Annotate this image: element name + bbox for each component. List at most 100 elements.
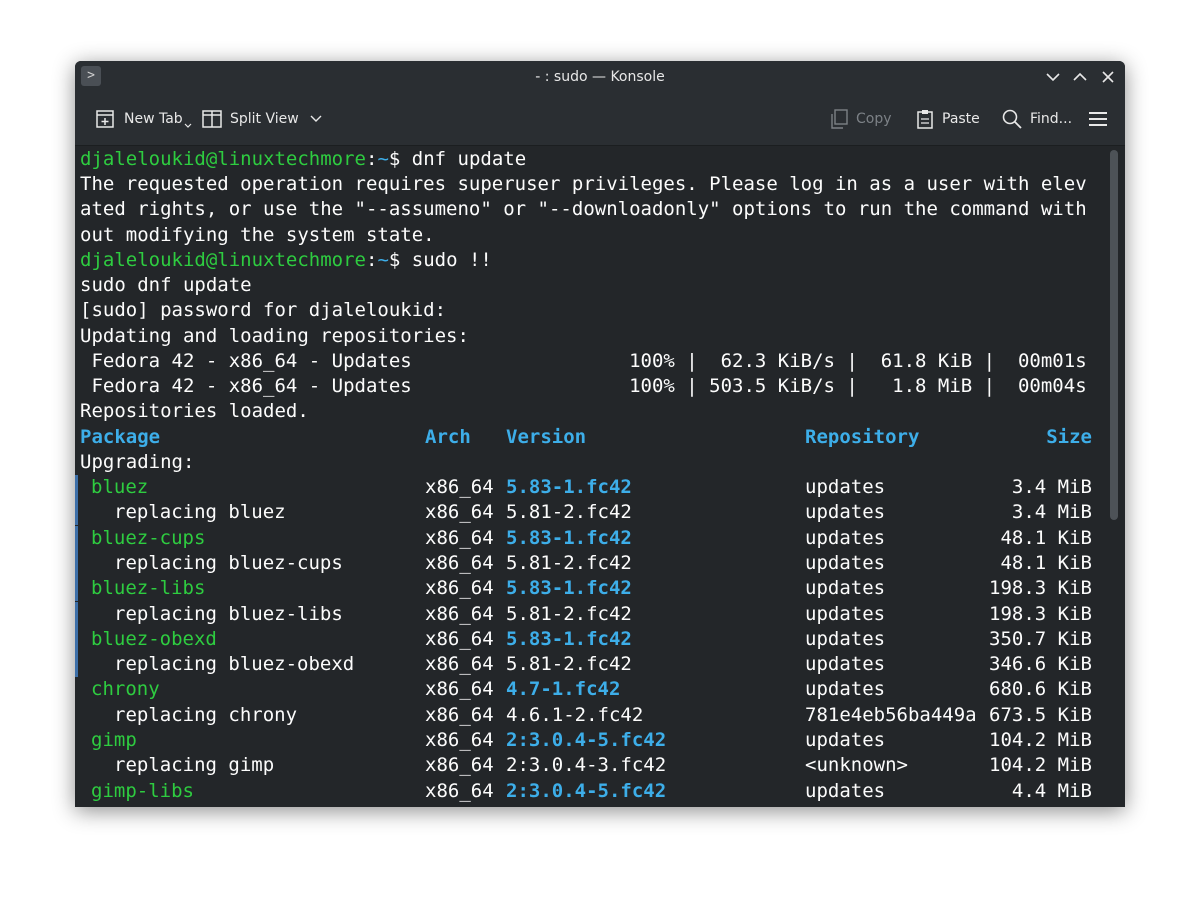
table-row: bluez x86_64 5.83-1.fc42 updates 3.4 MiB (80, 475, 1095, 500)
paste-label: Paste (942, 111, 980, 127)
output-line: ated rights, or use the "--assumeno" or … (80, 198, 1087, 220)
package-version: 4.7-1.fc42 (506, 678, 621, 700)
package-size: 3.4 MiB (1011, 501, 1092, 523)
output-line: [sudo] password for djaleloukid: (80, 299, 447, 321)
change-marker (75, 526, 78, 551)
new-tab-label: New Tab (124, 111, 183, 127)
header-arch: Arch (425, 426, 471, 448)
package-version: 5.81-2.fc42 (506, 552, 632, 574)
package-size: 48.1 KiB (1000, 527, 1092, 549)
package-size: 346.6 KiB (989, 653, 1092, 675)
find-label: Find... (1030, 111, 1073, 127)
header-size: Size (1046, 426, 1092, 448)
output-line: Repositories loaded. (80, 400, 309, 422)
package-repository: updates (805, 729, 886, 751)
package-name: bluez-libs (91, 577, 206, 599)
output-line: The requested operation requires superus… (80, 173, 1087, 195)
package-version: 5.83-1.fc42 (506, 628, 632, 650)
package-version: 5.83-1.fc42 (506, 527, 632, 549)
package-arch: x86_64 (425, 653, 494, 675)
package-repository: updates (805, 527, 886, 549)
package-arch: x86_64 (425, 501, 494, 523)
table-row: replacing bluez x86_64 5.81-2.fc42 updates 3… (80, 500, 1095, 525)
scrollbar[interactable] (1105, 146, 1125, 807)
table-header: Package Arch Version Repository Size (80, 425, 1095, 450)
table-row: gimp x86_64 2:3.0.4-5.fc42 updates 104.2 MiB (80, 728, 1095, 753)
prompt-command: $ sudo !! (388, 249, 492, 271)
package-repository: updates (805, 501, 886, 523)
terminal-app-icon[interactable]: > (81, 66, 101, 86)
table-row: bluez-cups x86_64 5.83-1.fc42 updates 48.1 K… (80, 526, 1095, 551)
prompt-separator: : (365, 249, 378, 271)
package-arch: x86_64 (425, 780, 494, 802)
repo-progress-line: Fedora 42 - x86_64 - Updates 100% | 62.3… (80, 350, 1087, 372)
hamburger-menu-button[interactable] (1087, 106, 1116, 132)
package-size: 3.4 MiB (1011, 476, 1092, 498)
package-version: 5.83-1.fc42 (506, 577, 632, 599)
split-view-label: Split View (230, 111, 299, 127)
package-version: 5.83-1.fc42 (506, 476, 632, 498)
package-arch: x86_64 (425, 704, 494, 726)
minimize-icon[interactable] (1043, 67, 1063, 87)
prompt-line: djaleloukid@linuxtechmore:~$ sudo !! (80, 248, 492, 273)
search-icon (1002, 109, 1022, 129)
package-name: bluez-cups (91, 527, 206, 549)
package-name: replacing bluez-cups (114, 552, 343, 574)
package-arch: x86_64 (425, 754, 494, 776)
header-package: Package (80, 426, 161, 448)
package-arch: x86_64 (425, 628, 494, 650)
new-tab-button[interactable]: New Tab (95, 106, 192, 132)
paste-button[interactable]: Paste (915, 106, 980, 132)
package-repository: updates (805, 628, 886, 650)
prompt-path: ~ (377, 249, 389, 271)
toolbar: New Tab Split View Copy Paste Find... (75, 93, 1125, 146)
paste-icon (917, 110, 933, 129)
table-row: bluez-obexd x86_64 5.83-1.fc42 updates 350.7… (80, 627, 1095, 652)
terminal-output[interactable]: djaleloukid@linuxtechmore:~$ dnf update … (75, 146, 1105, 807)
package-name: chrony (91, 678, 160, 700)
output-line: Upgrading: (80, 451, 195, 473)
maximize-icon[interactable] (1070, 67, 1090, 87)
package-repository: updates (805, 678, 886, 700)
package-version: 4.6.1-2.fc42 (506, 704, 644, 726)
change-marker (75, 500, 78, 525)
package-name: gimp (91, 729, 137, 751)
table-row: gimp-libs x86_64 2:3.0.4-5.fc42 updates 4.4 … (80, 779, 1095, 804)
package-version: 5.81-2.fc42 (506, 603, 632, 625)
package-arch: x86_64 (425, 552, 494, 574)
prompt-command: $ dnf update (388, 148, 527, 170)
table-row: bluez-libs x86_64 5.83-1.fc42 updates 198.3 … (80, 576, 1095, 601)
package-arch: x86_64 (425, 603, 494, 625)
title-bar[interactable]: > - : sudo — Konsole (75, 61, 1125, 93)
find-button[interactable]: Find... (1001, 106, 1072, 132)
table-row: replacing bluez-cups x86_64 5.81-2.fc42 upd… (80, 551, 1095, 576)
new-tab-icon (96, 110, 114, 128)
package-name: replacing bluez (114, 501, 286, 523)
chevron-down-icon[interactable] (309, 112, 323, 126)
prompt-path: ~ (377, 148, 389, 170)
package-repository: updates (805, 653, 886, 675)
scrollbar-thumb[interactable] (1110, 150, 1118, 520)
package-arch: x86_64 (425, 476, 494, 498)
window-title: - : sudo — Konsole (535, 69, 665, 85)
new-tab-dropdown-icon[interactable] (184, 122, 192, 130)
table-row: replacing bluez-libs x86_64 5.81-2.fc42 upd… (80, 602, 1095, 627)
package-size: 673.5 KiB (989, 704, 1092, 726)
package-repository: updates (805, 780, 886, 802)
package-repository: updates (805, 577, 886, 599)
package-size: 350.7 KiB (989, 628, 1092, 650)
change-marker (75, 627, 78, 652)
prompt-user: djaleloukid@linuxtechmore (80, 148, 366, 170)
package-size: 198.3 KiB (989, 577, 1092, 599)
konsole-window: > - : sudo — Konsole New Tab Split View … (75, 61, 1125, 807)
copy-button[interactable]: Copy (829, 106, 892, 132)
split-view-button[interactable]: Split View (201, 106, 330, 132)
package-repository: <unknown> (805, 754, 908, 776)
package-arch: x86_64 (425, 678, 494, 700)
package-arch: x86_64 (425, 729, 494, 751)
change-marker (75, 576, 78, 601)
close-icon[interactable] (1098, 67, 1118, 87)
package-name: bluez (91, 476, 149, 498)
package-name: replacing gimp (114, 754, 275, 776)
package-size: 4.4 MiB (1011, 780, 1092, 802)
